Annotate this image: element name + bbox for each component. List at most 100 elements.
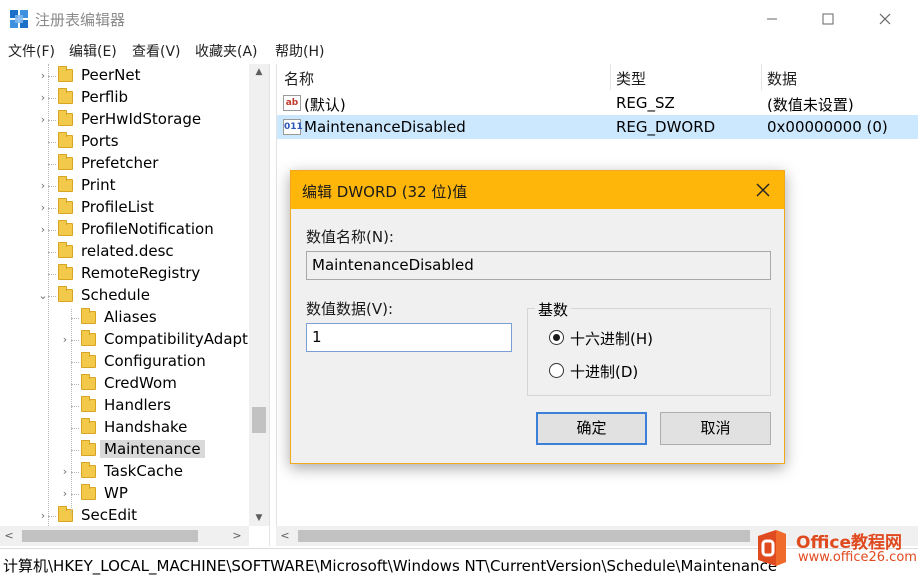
hex-radio-label[interactable]: 十六进制(H) (570, 328, 653, 349)
menu-file[interactable]: 文件(F) (8, 41, 55, 61)
tree-item-label: CompatibilityAdapt (104, 330, 248, 348)
close-icon (756, 183, 769, 197)
minimize-icon (767, 18, 777, 20)
menu-bar: 文件(F) 编辑(E) 查看(V) 收藏夹(A) 帮助(H) (0, 38, 918, 62)
tree-item-label: Ports (81, 132, 119, 150)
menu-favorites[interactable]: 收藏夹(A) (195, 41, 258, 61)
tree-connector (48, 230, 56, 231)
tree-item[interactable]: Maintenance (0, 439, 250, 461)
value-name: (默认) (304, 96, 346, 114)
tree-item[interactable]: › Print (0, 175, 250, 197)
tree-item[interactable]: › PerHwIdStorage (0, 109, 250, 131)
tree-connector (71, 450, 79, 451)
value-data: (数值未设置) (767, 96, 854, 114)
tree-vertical-scrollbar[interactable]: ▲ ▼ (249, 64, 269, 526)
tree-item[interactable]: Prefetcher (0, 153, 250, 175)
folder-icon (58, 88, 73, 104)
column-separator[interactable] (761, 64, 762, 90)
tree-item[interactable]: › ProfileNotification (0, 219, 250, 241)
tree-item-label: Perflib (81, 88, 129, 106)
folder-icon (58, 286, 73, 302)
tree-item-label: Schedule (81, 286, 150, 304)
tree-connector (71, 318, 79, 319)
tree-item[interactable]: ⌄ Schedule (0, 285, 250, 307)
tree-item[interactable]: Handlers (0, 395, 250, 417)
tree-hscroll-thumb[interactable] (22, 530, 198, 542)
minimize-button[interactable] (749, 0, 795, 38)
scroll-right-icon[interactable]: > (228, 526, 246, 546)
chevron-right-icon[interactable]: › (59, 333, 71, 347)
tree-connector (48, 164, 56, 165)
column-type-header[interactable]: 类型 (616, 68, 646, 89)
tree-item[interactable]: › PeerNet (0, 65, 250, 87)
column-data-header[interactable]: 数据 (767, 68, 797, 89)
value-data-input[interactable]: 1 (306, 323, 512, 352)
tree-item[interactable]: Ports (0, 131, 250, 153)
folder-icon (81, 330, 96, 346)
tree-item[interactable]: Aliases (0, 307, 250, 329)
scroll-left-icon[interactable]: < (276, 526, 294, 546)
tree-connector (48, 274, 56, 275)
menu-help[interactable]: 帮助(H) (275, 41, 324, 61)
menu-edit[interactable]: 编辑(E) (69, 41, 117, 61)
folder-icon (58, 66, 73, 82)
tree-item[interactable]: CredWom (0, 373, 250, 395)
tree-item-label: Configuration (104, 352, 206, 370)
dec-radio-label[interactable]: 十进制(D) (570, 361, 638, 382)
value-name-field: MaintenanceDisabled (306, 251, 771, 280)
chevron-right-icon[interactable]: › (59, 465, 71, 479)
tree-connector (48, 142, 56, 143)
folder-icon (81, 484, 96, 500)
ok-button[interactable]: 确定 (536, 412, 647, 445)
radio-unchecked-icon[interactable] (549, 363, 564, 378)
tree-item[interactable]: › SecEdit (0, 505, 250, 527)
radio-checked-icon[interactable] (549, 330, 564, 345)
tree-connector (71, 472, 79, 473)
dialog-close-button[interactable] (741, 171, 784, 209)
list-hscroll-thumb[interactable] (298, 530, 750, 542)
registry-tree[interactable]: › PeerNet › Perflib › PerHwIdStorage Ports Pref… (0, 64, 270, 546)
tree-item[interactable]: RemoteRegistry (0, 263, 250, 285)
dialog-title: 编辑 DWORD (32 位)值 (302, 183, 468, 201)
close-icon (879, 13, 891, 25)
maximize-button[interactable] (805, 0, 851, 38)
menu-view[interactable]: 查看(V) (132, 41, 181, 61)
chevron-right-icon[interactable]: › (59, 487, 71, 501)
column-name-header[interactable]: 名称 (284, 68, 314, 89)
tree-item[interactable]: › TaskCache (0, 461, 250, 483)
tree-horizontal-scrollbar[interactable]: < > (0, 526, 249, 546)
watermark-url: www.office26.com (798, 550, 917, 565)
folder-icon (81, 308, 96, 324)
scroll-left-icon[interactable]: < (0, 526, 18, 546)
list-header: 名称 类型 数据 (277, 64, 918, 90)
tree-item[interactable]: › ProfileList (0, 197, 250, 219)
tree-item[interactable]: related.desc (0, 241, 250, 263)
scroll-up-icon[interactable]: ▲ (249, 64, 269, 80)
cancel-button[interactable]: 取消 (660, 412, 771, 445)
folder-icon (58, 264, 73, 280)
tree-connector (48, 296, 56, 297)
registry-path: 计算机\HKEY_LOCAL_MACHINE\SOFTWARE\Microsof… (3, 557, 778, 575)
tree-item-label: SecEdit (81, 506, 138, 524)
tree-connector (48, 98, 56, 99)
dialog-title-bar[interactable]: 编辑 DWORD (32 位)值 (291, 171, 784, 209)
tree-connector (71, 406, 79, 407)
close-button[interactable] (862, 0, 908, 38)
tree-scroll-thumb[interactable] (252, 407, 266, 433)
tree-connector (48, 516, 56, 517)
column-separator[interactable] (610, 64, 611, 90)
folder-icon (58, 176, 73, 192)
office-logo-icon (758, 530, 786, 566)
tree-item[interactable]: Handshake (0, 417, 250, 439)
list-row[interactable]: ab (默认) REG_SZ (数值未设置) (277, 91, 918, 115)
value-name: MaintenanceDisabled (304, 118, 466, 136)
folder-icon (81, 374, 96, 390)
tree-item[interactable]: › Perflib (0, 87, 250, 109)
scroll-down-icon[interactable]: ▼ (249, 510, 269, 526)
base-group-label: 基数 (535, 299, 572, 320)
tree-item[interactable]: Configuration (0, 351, 250, 373)
tree-item[interactable]: › WP (0, 483, 250, 505)
list-row-selected[interactable]: 011 MaintenanceDisabled REG_DWORD 0x0000… (277, 115, 918, 139)
tree-item[interactable]: › CompatibilityAdapt (0, 329, 250, 351)
tree-item-label: CredWom (104, 374, 177, 392)
